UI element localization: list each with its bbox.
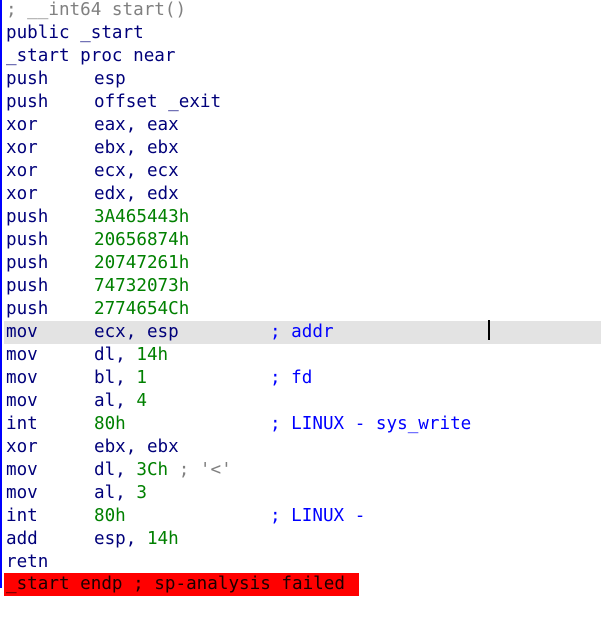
instruction-row[interactable]: push offset _exit	[4, 91, 601, 114]
instruction-operand: 3A465443h	[94, 206, 189, 229]
instruction-row[interactable]: push 3A465443h	[4, 206, 601, 229]
instruction-row[interactable]: mov bl, 1 ; fd	[4, 367, 601, 390]
instruction-operand: 80h	[94, 413, 126, 436]
error-line-text: _start endp ; sp-analysis failed	[6, 574, 345, 594]
instruction-operand: ebx, ebx	[94, 138, 179, 158]
instruction-mnemonic: retn	[6, 552, 49, 572]
instruction-row[interactable]: mov dl, 14h	[4, 344, 601, 367]
instruction-mnemonic: push	[6, 92, 49, 112]
operand-register: dl,	[94, 345, 137, 365]
instruction-row[interactable]: xor edx, edx	[4, 183, 601, 206]
public-declaration-line[interactable]: public _start	[4, 22, 601, 45]
instruction-row[interactable]: xor ebx, ebx	[4, 137, 601, 160]
instruction-mnemonic: int	[6, 506, 38, 526]
instruction-row[interactable]: xor ebx, ebx	[4, 436, 601, 459]
instruction-comment: ; LINUX -	[270, 506, 366, 526]
instruction-mnemonic: int	[6, 414, 38, 434]
instruction-operand: bl, 1	[94, 367, 147, 390]
operand-immediate: 4	[136, 391, 147, 411]
instruction-operand: 20656874h	[94, 229, 189, 252]
text-cursor	[488, 320, 490, 340]
instruction-operand: offset _exit	[94, 92, 222, 112]
instruction-operand: ecx, esp	[94, 322, 179, 342]
instruction-mnemonic: mov	[6, 460, 38, 480]
function-header-comment[interactable]: ; __int64 start()	[4, 0, 601, 22]
header-comment-text: ; __int64 start()	[6, 0, 187, 20]
instruction-row[interactable]: push 20747261h	[4, 252, 601, 275]
instruction-operand: 80h	[94, 505, 126, 528]
instruction-mnemonic: push	[6, 253, 49, 273]
proc-declaration-text: _start proc near	[6, 46, 176, 66]
instruction-operand: 20747261h	[94, 252, 189, 275]
instruction-comment: ; LINUX - sys_write	[270, 414, 472, 434]
instruction-mnemonic: push	[6, 299, 49, 319]
instruction-row[interactable]: push 2774654Ch	[4, 298, 601, 321]
instruction-row[interactable]: mov dl, 3Ch ; '<'	[4, 459, 601, 482]
instruction-operand: 74732073h	[94, 275, 189, 298]
operand-register: dl,	[94, 460, 137, 480]
instruction-mnemonic: push	[6, 230, 49, 250]
instruction-row[interactable]: push 20656874h	[4, 229, 601, 252]
operand-immediate: 20656874h	[94, 230, 190, 250]
instruction-operand: esp	[94, 69, 126, 89]
public-declaration-text: public _start	[6, 23, 144, 43]
instruction-row[interactable]: xor eax, eax	[4, 114, 601, 137]
operand-immediate: 80h	[94, 506, 126, 526]
instruction-mnemonic: xor	[6, 115, 38, 135]
instruction-operand: eax, eax	[94, 115, 179, 135]
instruction-mnemonic: push	[6, 69, 49, 89]
operand-immediate: 74732073h	[94, 276, 190, 296]
instruction-mnemonic: mov	[6, 322, 38, 342]
instruction-operand: al, 3	[94, 482, 147, 505]
operand-register: esp,	[94, 529, 147, 549]
instruction-row[interactable]: mov al, 4	[4, 390, 601, 413]
operand-immediate: 1	[136, 368, 147, 388]
instruction-row[interactable]: push esp	[4, 68, 601, 91]
operand-register: al,	[94, 391, 137, 411]
instruction-comment: ; fd	[270, 368, 313, 388]
instruction-row[interactable]: int 80h ; LINUX - sys_write	[4, 413, 601, 436]
operand-immediate: 2774654Ch	[94, 299, 190, 319]
instruction-operand: al, 4	[94, 390, 147, 413]
instruction-operand: 2774654Ch	[94, 298, 189, 321]
instruction-mnemonic: mov	[6, 391, 38, 411]
instruction-row[interactable]: mov ecx, esp ; addr	[4, 321, 601, 344]
operand-immediate: 20747261h	[94, 253, 190, 273]
operand-register: bl,	[94, 368, 137, 388]
instruction-operand: esp, 14h	[94, 528, 179, 551]
instruction-mnemonic: mov	[6, 345, 38, 365]
instruction-operand: edx, edx	[94, 184, 179, 204]
proc-declaration-line[interactable]: _start proc near	[4, 45, 601, 68]
instruction-mnemonic: xor	[6, 437, 38, 457]
instruction-row[interactable]: int 80h ; LINUX -	[4, 505, 601, 528]
instruction-row[interactable]: add esp, 14h	[4, 528, 601, 551]
operand-immediate: 3	[136, 483, 147, 503]
instruction-mnemonic: add	[6, 529, 38, 549]
instruction-mnemonic: xor	[6, 138, 38, 158]
instruction-row[interactable]: xor ecx, ecx	[4, 160, 601, 183]
instruction-operand: dl, 3Ch ; '<'	[94, 459, 232, 482]
operand-immediate: 14h	[136, 345, 169, 365]
operand-immediate: 3Ch	[136, 460, 169, 480]
instruction-mnemonic: mov	[6, 483, 38, 503]
instruction-mnemonic: xor	[6, 161, 38, 181]
instruction-row[interactable]: retn	[4, 551, 601, 574]
instruction-row[interactable]: push 74732073h	[4, 275, 601, 298]
instruction-comment: ; addr	[270, 322, 334, 342]
operand-char-comment: ; '<'	[168, 460, 232, 480]
instruction-mnemonic: push	[6, 276, 49, 296]
error-line[interactable]: _start endp ; sp-analysis failed	[4, 573, 359, 596]
operand-immediate: 80h	[94, 414, 126, 434]
instruction-operand: ebx, ebx	[94, 437, 179, 457]
instruction-mnemonic: mov	[6, 368, 38, 388]
instruction-row[interactable]: mov al, 3	[4, 482, 601, 505]
instruction-mnemonic: push	[6, 207, 49, 227]
instruction-mnemonic: xor	[6, 184, 38, 204]
instruction-operand: ecx, ecx	[94, 161, 179, 181]
operand-register: al,	[94, 483, 137, 503]
disassembly-listing[interactable]: ; __int64 start() public _start _start p…	[0, 0, 601, 596]
operand-immediate: 3A465443h	[94, 207, 190, 227]
operand-immediate: 14h	[146, 529, 179, 549]
instruction-operand: dl, 14h	[94, 344, 168, 367]
